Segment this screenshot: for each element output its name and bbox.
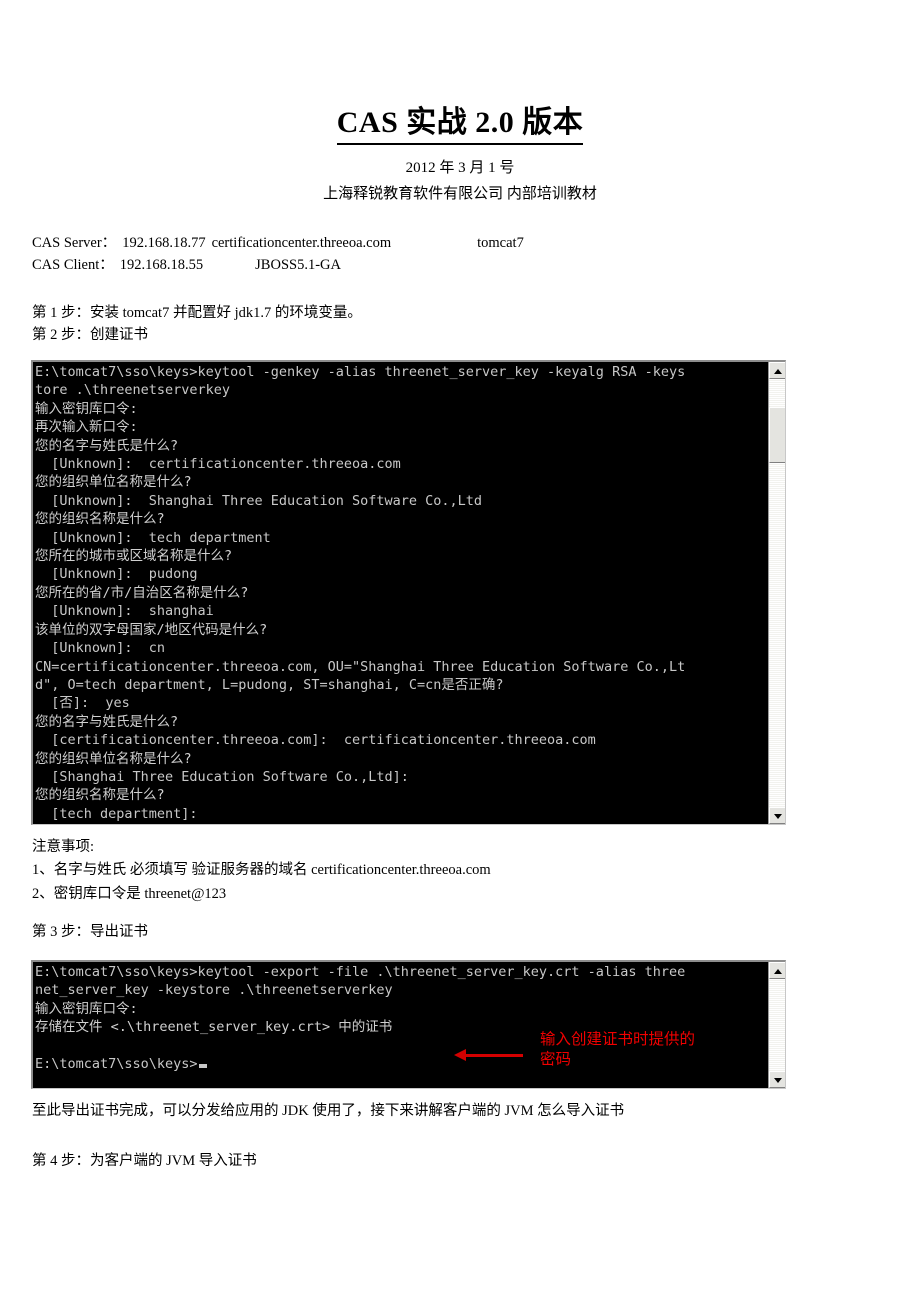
console-line: 输入密钥库口令:: [35, 400, 138, 417]
console-line: [Unknown]: certificationcenter.threeoa.c…: [35, 456, 401, 473]
document-date: 2012 年 3 月 1 号: [405, 160, 515, 176]
cas-server-container: tomcat7: [477, 235, 524, 251]
console-line: 您的名字与姓氏是什么?: [35, 713, 179, 730]
cas-client-ip: 192.168.18.55: [119, 257, 204, 273]
scroll-down-button[interactable]: [769, 807, 785, 824]
scroll-down-arrow-icon: [774, 814, 782, 819]
console-line: E:\tomcat7\sso\keys>keytool -genkey -ali…: [35, 364, 686, 380]
scroll-down-arrow-icon: [774, 1078, 782, 1083]
document-organization: 上海释锐教育软件有限公司 内部培训教材: [323, 186, 597, 202]
console-cursor-icon: [198, 1064, 207, 1069]
console-line: 再次输入新口令:: [35, 419, 138, 436]
console-line: 您的组织单位名称是什么?: [35, 750, 192, 767]
title-block: CAS 实战 2.0 版本 2012 年 3 月 1 号 上海释锐教育软件有限公…: [0, 104, 920, 205]
console-1-scrollbar[interactable]: [768, 362, 785, 824]
scroll-up-arrow-icon: [774, 969, 782, 974]
console-2-text-area: E:\tomcat7\sso\keys>keytool -export -fil…: [35, 963, 767, 1088]
console-line: [certificationcenter.threeoa.com]: certi…: [35, 732, 596, 749]
console-1-text-area: E:\tomcat7\sso\keys>keytool -genkey -ali…: [35, 363, 767, 824]
cas-client-line: CAS Client： 192.168.18.55 JBOSS5.1-GA: [32, 254, 341, 276]
step-1-text: 第 1 步：安装 tomcat7 并配置好 jdk1.7 的环境变量。: [32, 305, 362, 321]
console-line: [tech department]:: [35, 805, 198, 822]
console-line: [Unknown]: shanghai: [35, 603, 214, 620]
cas-server-label: CAS Server：: [32, 235, 117, 251]
console-line: tore .\threenetserverkey: [35, 382, 231, 399]
console-line: 您的组织名称是什么?: [35, 511, 165, 528]
console-line: 您的组织名称是什么?: [35, 787, 165, 804]
console-prompt: E:\tomcat7\sso\keys>: [35, 1056, 198, 1073]
console-line: net_server_key -keystore .\threenetserve…: [35, 982, 393, 999]
console-line: 您的名字与姓氏是什么?: [35, 437, 179, 454]
console-line: CN=certificationcenter.threeoa.com, OU="…: [35, 658, 686, 675]
notes-item-2: 2、密钥库口令是 threenet@123: [32, 886, 227, 902]
scroll-up-button[interactable]: [769, 962, 785, 979]
console-line: 输入密钥库口令:: [35, 1000, 138, 1017]
console-line: [Shanghai Three Education Software Co.,L…: [35, 768, 409, 785]
export-certificate-console[interactable]: E:\tomcat7\sso\keys>keytool -export -fil…: [31, 960, 786, 1089]
red-left-arrow-icon: [454, 1049, 523, 1061]
document-page: CAS 实战 2.0 版本 2012 年 3 月 1 号 上海释锐教育软件有限公…: [0, 0, 920, 1302]
console-2-scrollbar[interactable]: [768, 962, 785, 1088]
page-title: CAS 实战 2.0 版本: [336, 104, 584, 145]
scroll-up-arrow-icon: [774, 369, 782, 374]
notes-heading: 注意事项:: [32, 839, 95, 855]
console-line: [Unknown]: tech department: [35, 529, 271, 546]
console-line: 您所在的省/市/自治区名称是什么?: [35, 584, 249, 601]
cas-client-label: CAS Client：: [32, 257, 114, 273]
step-3-text: 第 3 步：导出证书: [32, 924, 148, 940]
console-line: [Unknown]: Shanghai Three Education Soft…: [35, 492, 483, 509]
cas-server-ip: 192.168.18.77: [122, 235, 206, 251]
console-line: 该单位的双字母国家/地区代码是什么?: [35, 621, 268, 638]
console-line: [Unknown]: pudong: [35, 566, 198, 583]
notes-item-1: 1、名字与姓氏 必须填写 验证服务器的域名 certificationcente…: [32, 862, 491, 878]
cas-server-line: CAS Server： 192.168.18.77 certificationcen…: [32, 232, 524, 254]
step-4-text: 第 4 步：为客户端的 JVM 导入证书: [32, 1153, 257, 1169]
console-line: [否]: yes: [35, 695, 130, 712]
create-certificate-console[interactable]: E:\tomcat7\sso\keys>keytool -genkey -ali…: [31, 360, 786, 825]
scroll-up-button[interactable]: [769, 362, 785, 379]
scrollbar-track[interactable]: [769, 979, 785, 1071]
console-line: 您所在的城市或区域名称是什么?: [35, 548, 233, 565]
cas-server-domain: certificationcenter.threeoa.com: [211, 235, 392, 251]
password-annotation-text: 输入创建证书时提供的 密码: [540, 1030, 696, 1068]
scrollbar-thumb[interactable]: [769, 407, 785, 463]
footer-note: 至此导出证书完成，可以分发给应用的 JDK 使用了，接下来讲解客户端的 JVM …: [32, 1103, 625, 1119]
scroll-down-button[interactable]: [769, 1071, 785, 1088]
console-line: d", O=tech department, L=pudong, ST=shan…: [35, 676, 504, 693]
step-2-text: 第 2 步：创建证书: [32, 327, 148, 343]
cas-client-container: JBOSS5.1-GA: [255, 257, 341, 273]
console-line: 您的组织单位名称是什么?: [35, 474, 192, 491]
console-line: [Unknown]: cn: [35, 640, 166, 657]
console-line: E:\tomcat7\sso\keys>keytool -export -fil…: [35, 964, 686, 980]
